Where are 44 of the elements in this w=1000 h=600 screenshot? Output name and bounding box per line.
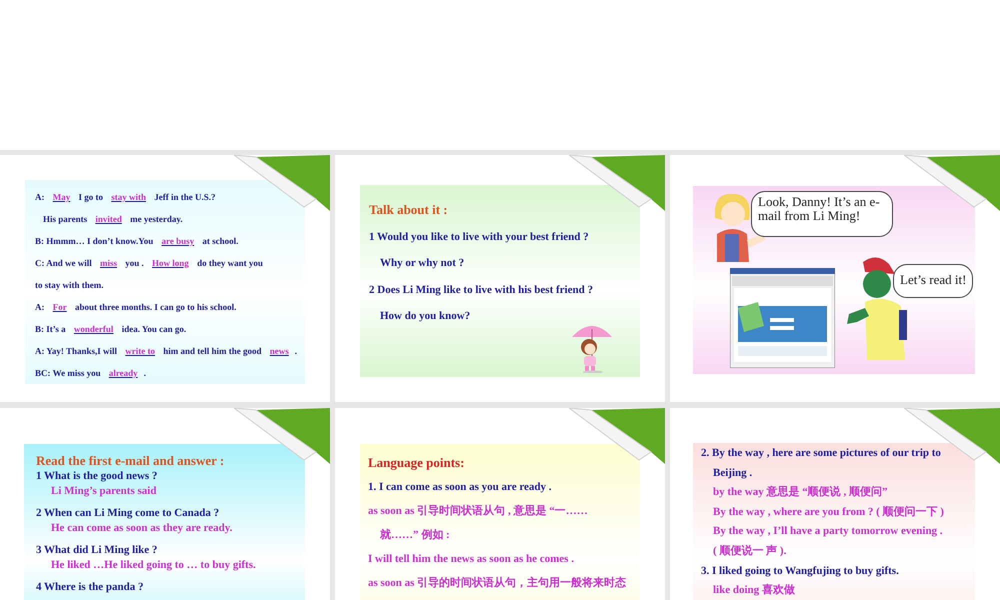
slide-text-line: to stay with them.: [35, 279, 104, 292]
slide-text-line: as soon as 引导时间状语从句 , 意思是 “一……: [368, 504, 589, 519]
slide-thumbnail[interactable]: [0, 155, 330, 402]
slide-text-line: 1. I can come as soon as you are ready .: [368, 480, 553, 495]
slide-text-line: B: It’s a wonderful idea. You can go.: [35, 323, 188, 336]
slide-text-line: How do you know?: [379, 309, 472, 324]
slide-text-line: as soon as 引导的时间状语从句，主句用一般将来时态: [368, 576, 628, 591]
slide-text-line: 就……” 例如 :: [379, 528, 451, 543]
slide-text-line: 3 What did Li Ming like ?: [36, 542, 158, 558]
slide-thumbnail[interactable]: [0, 408, 330, 600]
slide-thumbnail[interactable]: Language points: 1. I can come as soon as you are ready . as soon as 引导时间状语从句 , 意思是 “一…… 就……” 例如 : I will tell him the news as soon as he comes . as soon as 引导的时间状语从句，主句用一般将来时态: [335, 408, 665, 600]
slide-text-line: A: For about three months. I can go to his school.: [35, 301, 238, 314]
slide-thumbnail[interactable]: [670, 408, 1000, 600]
slide-thumbnail[interactable]: Talk about it : 1 Would you like to live with your best friend ? Why or why not ? 2 Does Li Ming like to live with his best friend ? How do you know?: [335, 155, 665, 402]
slide-text-line: A: May I go to stay with Jeff in the U.S.?: [35, 191, 217, 204]
slide-text-line: Li Ming’s parents said: [50, 484, 158, 499]
slide-text-line: By the way , I’ll have a party tomorrow evening .: [712, 524, 944, 540]
slide-text-line: by the way 意思是 “顺便说 , 顺便问”: [712, 484, 888, 500]
slide-heading: Talk about it :: [369, 201, 449, 219]
slide-text-line: BC: We miss you already .: [35, 367, 147, 380]
slide-text-line: like doing 喜欢做: [712, 582, 796, 598]
slide-text-line: He liked …He liked going to … to buy gifts.: [50, 558, 257, 573]
speech-bubble: Let’s read it!: [893, 264, 973, 298]
slide-heading: Read the first e-mail and answer :: [36, 453, 226, 468]
slide-text-line: 2 When can Li Ming come to Canada ?: [36, 506, 220, 520]
slide-text-line: Beijing .: [712, 466, 754, 481]
slide-text-line: Why or why not ?: [379, 256, 466, 271]
slide-text-line: He can come as soon as they are ready.: [50, 521, 234, 536]
slide-text-line: 1 What is the good news ?: [36, 468, 158, 484]
slide-text-line: 3. I liked going to Wangfujing to buy gifts.: [701, 564, 900, 579]
slide-text-line: His parents invited me yesterday.: [42, 213, 184, 226]
slide-text-line: A: Yay! Thanks,I will write to him and tell him the good news .: [35, 345, 298, 358]
slide-text-line: C: And we will miss you . How long do they want you: [35, 257, 264, 270]
slide-text-line: By the way , where are you from ? ( 顺便问一下 ): [712, 504, 945, 520]
slide-text-line: 2. By the way , here are some pictures of our trip to: [701, 446, 942, 461]
slide-text-line: ( 顺便说一 声 ).: [712, 544, 788, 559]
slide-thumbnail[interactable]: Look, Danny! It’s an e-mail from Li Ming! Let’s read it!: [670, 155, 1000, 402]
slide-text-line: B: Hmmm… I don’t know.You are busy at school.: [35, 235, 240, 248]
slide-text-line: 4 Where is the panda ?: [36, 580, 144, 594]
slide-text-line: 1 Would you like to live with your best friend ?: [369, 230, 590, 244]
speech-bubble: Look, Danny! It’s an e-mail from Li Ming!: [751, 191, 893, 237]
slide-heading: Language points:: [368, 454, 466, 472]
slide-text-line: I will tell him the news as soon as he comes .: [368, 552, 575, 567]
slide-text-line: 2 Does Li Ming like to live with his best friend ?: [369, 282, 594, 298]
